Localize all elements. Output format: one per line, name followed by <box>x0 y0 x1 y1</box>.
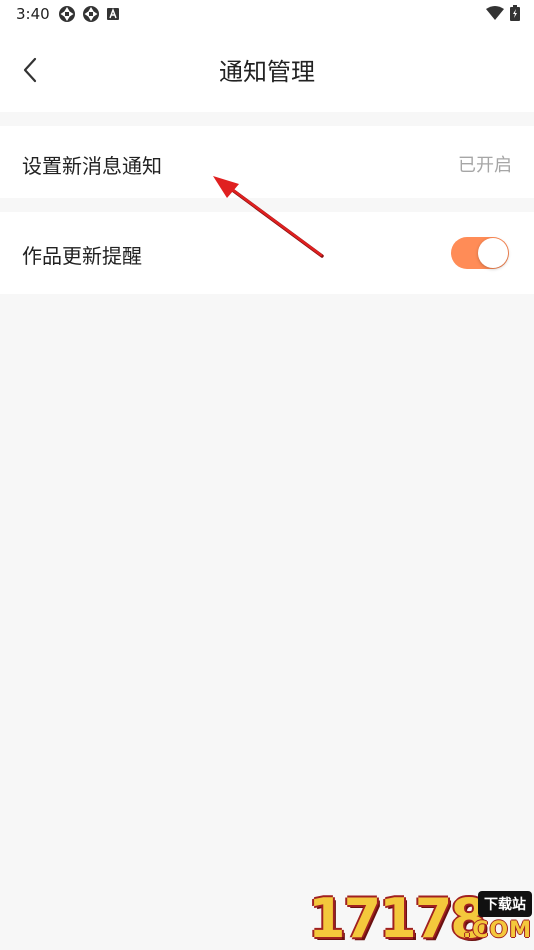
app-header: 通知管理 <box>0 28 534 112</box>
new-message-notification-status: 已开启 <box>458 155 512 176</box>
site-watermark: 17178 下载站 .COM <box>308 888 534 950</box>
settings-gear-icon <box>59 6 75 22</box>
a-badge-icon <box>107 8 119 20</box>
page-title: 通知管理 <box>219 58 315 86</box>
status-time: 3:40 <box>16 5 50 23</box>
toggle-knob <box>478 238 508 268</box>
status-bar: 3:40 <box>0 0 534 28</box>
status-icons-left <box>58 5 120 23</box>
battery-charging-icon <box>510 5 520 21</box>
watermark-badge: 下载站 <box>478 891 532 917</box>
works-update-reminder-label: 作品更新提醒 <box>22 244 142 268</box>
status-icons-right <box>486 5 520 21</box>
new-message-notification-row[interactable]: 设置新消息通知 已开启 <box>0 126 534 198</box>
works-update-reminder-toggle[interactable] <box>451 237 509 269</box>
works-update-reminder-row: 作品更新提醒 <box>0 212 534 294</box>
new-message-notification-label: 设置新消息通知 <box>22 154 162 178</box>
wifi-icon <box>486 6 504 20</box>
watermark-digits: 17178 <box>308 887 488 950</box>
watermark-domain: .COM <box>462 918 532 943</box>
settings-gear-icon <box>83 6 99 22</box>
